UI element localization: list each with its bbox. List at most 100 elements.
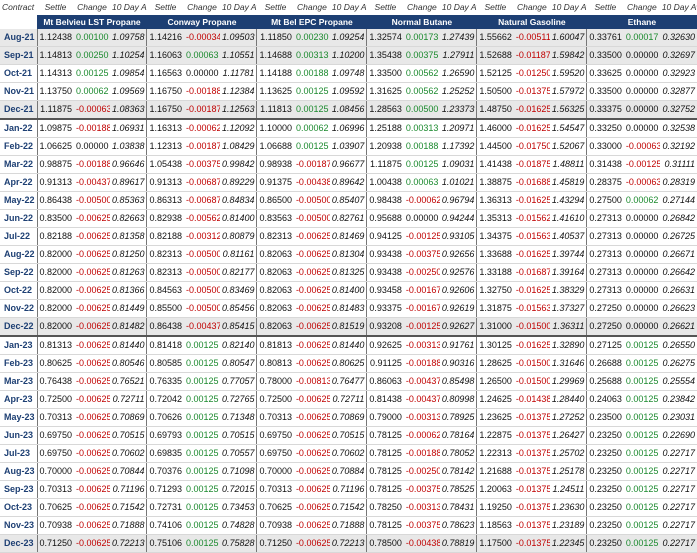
change-cell: 0.00000	[623, 100, 660, 120]
settle-cell: 0.31438	[586, 155, 624, 174]
settle-cell: 1.06625	[36, 137, 74, 156]
change-cell: 0.00125	[183, 462, 220, 481]
ten-day-avg-cell: 0.89642	[329, 173, 367, 192]
ten-day-avg-cell: 0.22717	[659, 480, 697, 499]
price-table-panel: ContractSettleChange10 Day AvgSettleChan…	[0, 0, 697, 553]
ten-day-avg-cell: 0.93105	[439, 227, 477, 246]
change-cell: -0.00062	[403, 426, 440, 445]
settle-cell: 0.94125	[366, 227, 404, 246]
ten-day-avg-cell: 0.26842	[659, 209, 697, 228]
ten-day-avg-cell: 0.22690	[659, 426, 697, 445]
ten-day-avg-cell: 1.10200	[329, 46, 367, 65]
change-cell: -0.00375	[403, 245, 440, 264]
change-cell: -0.00500	[183, 299, 220, 318]
change-cell: 0.00250	[74, 46, 110, 65]
contract-month: Nov-22	[0, 299, 37, 318]
table-row: Sep-21 1.14813 0.00250 1.10254 1.16063 0.0006…	[0, 46, 697, 65]
settle-cell: 1.24625	[476, 390, 514, 409]
settle-cell: 1.11875	[366, 155, 404, 174]
settle-cell: 0.93438	[366, 245, 404, 264]
ten-day-avg-cell: 0.80625	[329, 354, 367, 373]
ten-day-avg-cell: 0.78431	[439, 498, 477, 517]
settle-cell: 0.72500	[256, 390, 294, 409]
change-cell: -0.00562	[183, 209, 220, 228]
change-cell: 0.00125	[623, 534, 660, 553]
change-cell: -0.00687	[183, 173, 220, 192]
settle-cell: 0.70313	[256, 408, 294, 427]
ten-day-avg-cell: 0.92576	[439, 263, 477, 282]
settle-cell: 0.82063	[256, 263, 294, 282]
change-cell: -0.00062	[183, 119, 220, 138]
change-cell: -0.01375	[513, 82, 550, 101]
ten-day-avg-cell: 0.70602	[109, 444, 147, 463]
change-cell: -0.00625	[293, 245, 330, 264]
change-cell: 0.00125	[293, 82, 330, 101]
settle-cell: 0.82188	[36, 227, 74, 246]
contract-month: Aug-23	[0, 462, 37, 481]
settle-cell: 0.27313	[586, 245, 624, 264]
ten-day-avg-cell: 1.11781	[219, 64, 257, 83]
settle-cell: 0.78125	[366, 462, 404, 481]
change-cell: -0.00625	[293, 534, 330, 553]
table-row: Sep-22 0.82000 -0.00625 0.81263 0.82313 -0.00…	[0, 263, 697, 282]
settle-cell: 1.52125	[476, 64, 514, 83]
change-cell: 0.00125	[623, 480, 660, 499]
settle-cell: 0.78125	[366, 444, 404, 463]
ten-day-avg-cell: 0.70884	[329, 462, 367, 481]
ten-day-avg-cell: 0.71348	[219, 408, 257, 427]
table-row: Dec-21 1.11875 -0.00063 1.08363 1.16750 -0.00…	[0, 100, 697, 120]
change-cell: 0.00000	[623, 209, 660, 228]
ten-day-avg-cell: 1.27911	[439, 46, 477, 65]
ten-day-avg-cell: 0.85498	[439, 372, 477, 391]
change-cell: 0.00125	[623, 498, 660, 517]
settle-cell: 0.80813	[256, 354, 294, 373]
product-group-header: Mt Bel EPC Propane	[256, 15, 367, 29]
change-cell: -0.00125	[403, 227, 440, 246]
change-cell: -0.00438	[403, 534, 440, 553]
change-cell: -0.00500	[293, 191, 330, 210]
change-cell: 0.00188	[293, 64, 330, 83]
settle-cell: 1.16750	[146, 82, 184, 101]
column-header: Change	[403, 0, 440, 15]
settle-cell: 0.24063	[586, 390, 624, 409]
ten-day-avg-cell: 1.59842	[549, 46, 587, 65]
change-cell: 0.00100	[74, 29, 110, 47]
change-cell: -0.00625	[293, 354, 330, 373]
ten-day-avg-cell: 0.81400	[219, 209, 257, 228]
settle-cell: 1.11813	[256, 100, 294, 120]
ten-day-avg-cell: 1.20971	[439, 119, 477, 138]
change-cell: -0.01625	[513, 245, 550, 264]
settle-cell: 1.38875	[476, 173, 514, 192]
table-row: Sep-23 0.70313 -0.00625 0.71196 0.71293 0.001…	[0, 480, 697, 499]
ten-day-avg-cell: 0.32877	[659, 82, 697, 101]
settle-cell: 1.00438	[366, 173, 404, 192]
settle-cell: 1.23625	[476, 408, 514, 427]
settle-cell: 0.33500	[586, 46, 624, 65]
settle-cell: 1.36313	[476, 191, 514, 210]
contract-month: Feb-23	[0, 354, 37, 373]
ten-day-avg-cell: 0.81250	[109, 245, 147, 264]
change-cell: 0.00063	[403, 173, 440, 192]
settle-cell: 0.80585	[146, 354, 184, 373]
settle-cell: 1.17500	[476, 534, 514, 553]
table-row: May-23 0.70313 -0.00625 0.70869 0.70626 0.001…	[0, 408, 697, 427]
change-cell: -0.00188	[403, 354, 440, 373]
ten-day-avg-cell: 0.28319	[659, 173, 697, 192]
ten-day-avg-cell: 0.89229	[219, 173, 257, 192]
settle-cell: 0.82000	[36, 317, 74, 337]
column-header: Change	[513, 0, 550, 15]
settle-cell: 0.82063	[256, 317, 294, 337]
change-cell: -0.00188	[74, 119, 110, 138]
settle-cell: 0.75106	[146, 534, 184, 553]
change-cell: 0.00230	[293, 29, 330, 47]
change-cell: -0.00625	[74, 426, 110, 445]
settle-cell: 1.11875	[36, 100, 74, 120]
change-cell: 0.00063	[183, 46, 220, 65]
ten-day-avg-cell: 0.73453	[219, 498, 257, 517]
change-cell: -0.01688	[513, 173, 550, 192]
settle-cell: 1.14313	[36, 64, 74, 83]
settle-cell: 0.70938	[256, 516, 294, 535]
column-header: 10 Day Avg	[439, 0, 477, 15]
change-cell: -0.00625	[74, 534, 110, 553]
ten-day-avg-cell: 1.10254	[109, 46, 147, 65]
